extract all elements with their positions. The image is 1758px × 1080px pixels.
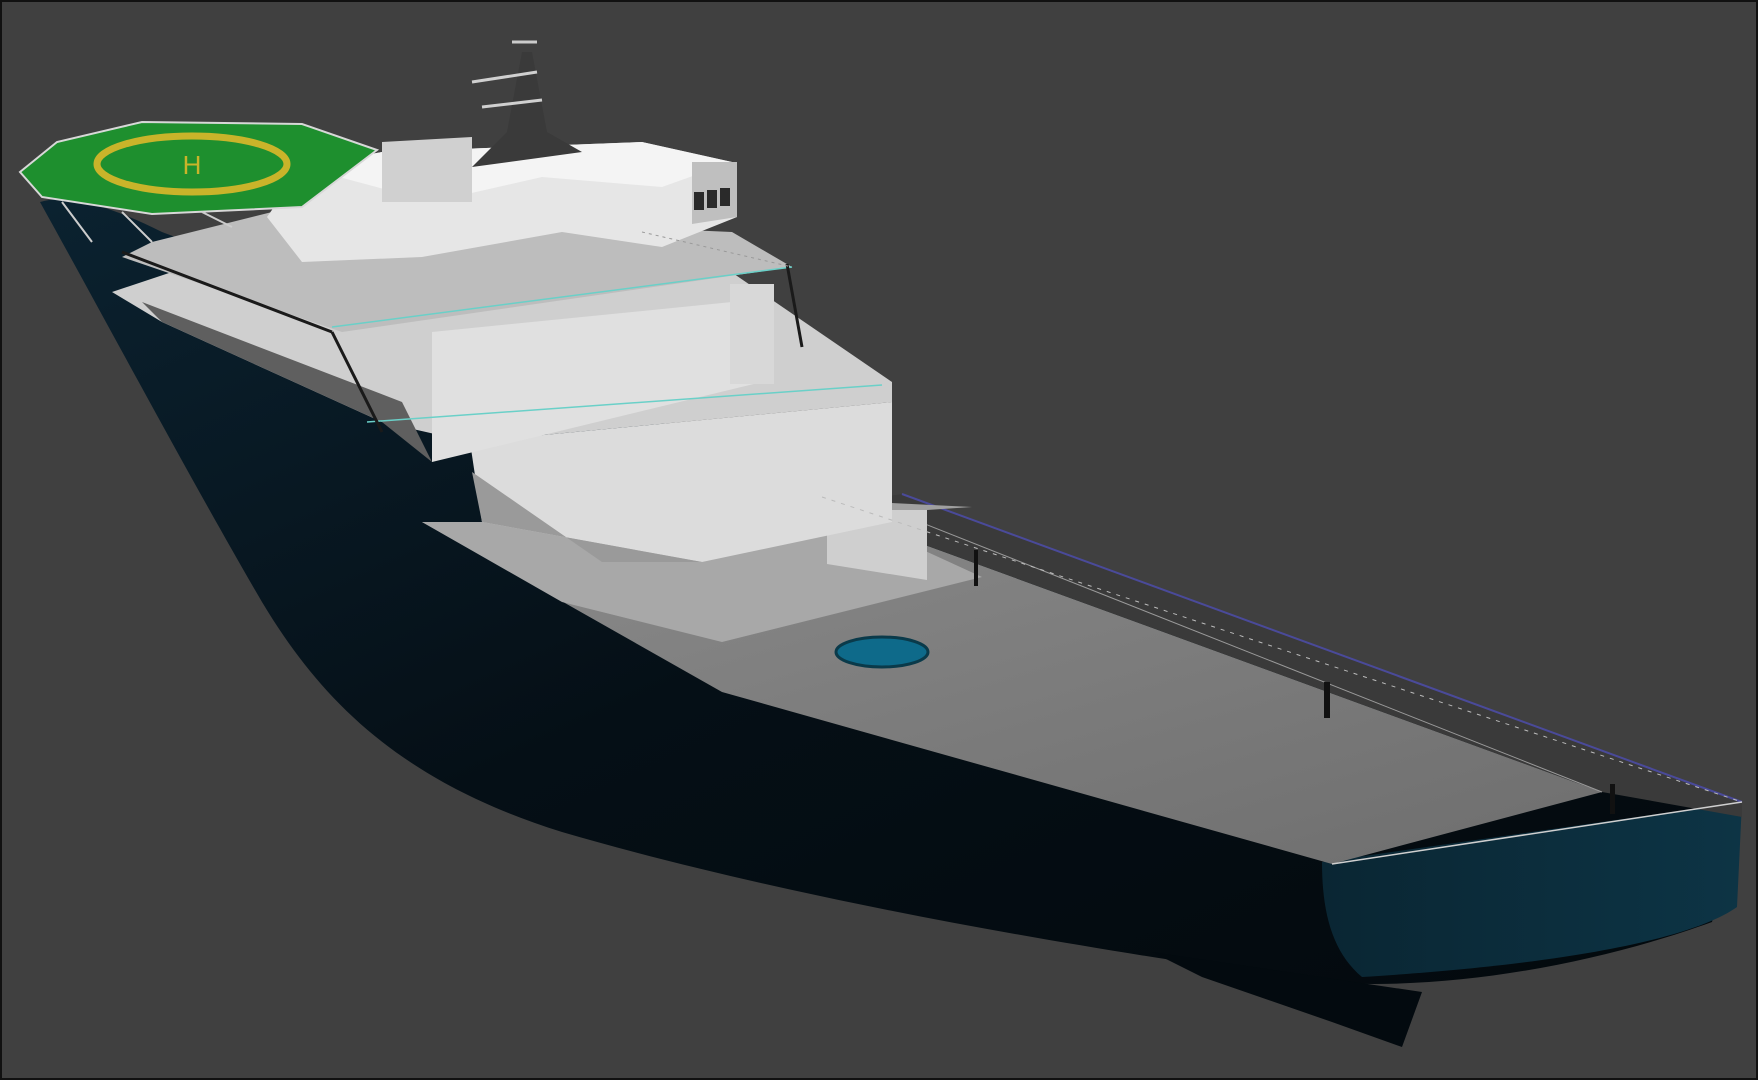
moonpool — [834, 635, 930, 669]
side-column — [730, 284, 774, 384]
helideck-marking: H — [183, 150, 202, 180]
ship-render: H — [18, 40, 1743, 1047]
cad-viewport[interactable]: H — [0, 0, 1758, 1080]
